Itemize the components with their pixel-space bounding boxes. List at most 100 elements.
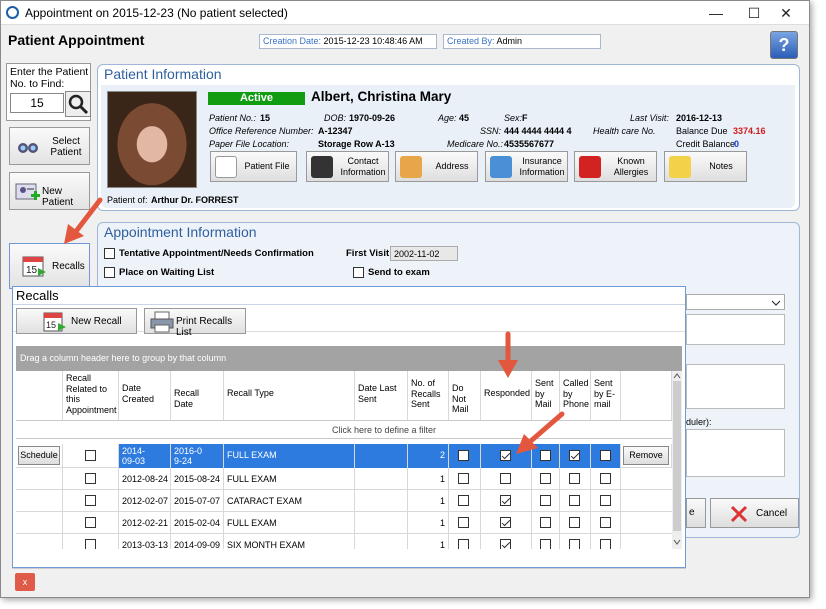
column-header-related[interactable]: Recall Related to this Appointment — [63, 371, 119, 421]
responded-checkbox[interactable] — [500, 450, 511, 461]
called-by-phone-checkbox[interactable] — [569, 517, 580, 528]
paper-file-value: Storage Row A-13 — [318, 139, 395, 149]
table-row[interactable]: 2013-03-13 2014-09-09 SIX MONTH EXAM 1 — [16, 534, 672, 549]
appointment-select[interactable] — [686, 294, 785, 310]
column-header-date-last-sent[interactable]: Date Last Sent — [355, 371, 408, 421]
table-row[interactable]: 2012-02-07 2015-07-07 CATARACT EXAM 1 — [16, 490, 672, 512]
related-checkbox[interactable] — [85, 495, 96, 506]
sent-by-email-checkbox[interactable] — [600, 473, 611, 484]
table-row[interactable]: 2012-02-21 2015-02-04 FULL EXAM 1 — [16, 512, 672, 534]
appointment-textarea-1[interactable] — [686, 314, 785, 345]
column-header-recall-date[interactable]: Recall Date — [171, 371, 224, 421]
column-header-recall-type[interactable]: Recall Type — [224, 371, 355, 421]
called-by-phone-checkbox[interactable] — [569, 495, 580, 506]
related-checkbox[interactable] — [85, 517, 96, 528]
phone-icon — [311, 156, 333, 178]
related-checkbox[interactable] — [85, 539, 96, 549]
address-button[interactable]: Address — [395, 151, 478, 182]
tentative-label: Tentative Appointment/Needs Confirmation — [119, 248, 314, 259]
patient-number-input[interactable]: 15 — [10, 93, 64, 113]
sent-by-email-cell — [591, 512, 621, 534]
close-button[interactable]: ✕ — [763, 1, 809, 25]
related-checkbox[interactable] — [85, 450, 96, 461]
column-header-recalls-sent[interactable]: No. of Recalls Sent — [408, 371, 449, 421]
first-visit-field[interactable]: 2002-11-02 — [390, 246, 458, 261]
called-by-phone-checkbox[interactable] — [569, 473, 580, 484]
called-by-phone-checkbox[interactable] — [569, 539, 580, 549]
group-by-area[interactable]: Drag a column header here to group by th… — [16, 346, 682, 371]
column-header-called-by-phone[interactable]: Called by Phone — [560, 371, 591, 421]
select-patient-button[interactable]: Select Patient — [9, 127, 90, 165]
related-checkbox[interactable] — [85, 473, 96, 484]
column-header-responded[interactable]: Responded — [481, 371, 532, 421]
called-by-phone-checkbox[interactable] — [569, 450, 580, 461]
column-header-date-created[interactable]: Date Created — [119, 371, 171, 421]
appointment-info-title: Appointment Information — [104, 224, 257, 240]
filter-row[interactable]: Click here to define a filter — [16, 421, 672, 439]
table-row-selected[interactable]: Schedule 2014-09-03 2016-09-24 FULL EXAM… — [16, 444, 672, 468]
balance-due-label: Balance Due — [676, 126, 728, 136]
remove-button[interactable]: Remove — [623, 446, 669, 465]
date-created-editor[interactable]: 2014-09-03 — [119, 444, 171, 468]
date-last-sent-value — [355, 534, 408, 549]
do-not-mail-checkbox[interactable] — [458, 473, 469, 484]
do-not-mail-checkbox[interactable] — [458, 495, 469, 506]
insurance-information-button[interactable]: Insurance Information — [485, 151, 568, 182]
sent-by-email-checkbox[interactable] — [600, 517, 611, 528]
sent-by-email-checkbox[interactable] — [600, 539, 611, 549]
new-patient-label: New Patient — [42, 186, 74, 208]
called-by-phone-cell — [560, 534, 591, 549]
sent-by-email-checkbox[interactable] — [600, 450, 611, 461]
column-header-remove[interactable] — [621, 371, 672, 421]
scheduler-textarea[interactable] — [686, 429, 785, 477]
column-header-sent-by-email[interactable]: Sent by E-mail — [591, 371, 621, 421]
calendar-recall-icon: 15 — [43, 312, 66, 332]
sent-by-email-checkbox[interactable] — [600, 495, 611, 506]
column-header-sent-by-mail[interactable]: Sent by Mail — [532, 371, 560, 421]
waiting-list-label: Place on Waiting List — [119, 267, 215, 278]
save-button[interactable]: e — [686, 498, 706, 528]
new-recall-button[interactable]: 15 New Recall — [16, 308, 137, 334]
responded-checkbox[interactable] — [500, 539, 511, 549]
notes-button[interactable]: Notes — [664, 151, 747, 182]
sent-by-mail-checkbox[interactable] — [540, 539, 551, 549]
column-header-action[interactable] — [16, 371, 63, 421]
contact-information-button[interactable]: Contact Information — [306, 151, 389, 182]
recalls-button[interactable]: 15 Recalls — [9, 243, 90, 289]
search-button[interactable] — [65, 91, 91, 117]
tentative-checkbox[interactable] — [104, 248, 115, 259]
sent-by-mail-checkbox[interactable] — [540, 495, 551, 506]
help-button[interactable]: ? — [770, 31, 798, 59]
date-created-value: 2012-02-21 — [119, 512, 171, 534]
column-header-do-not-mail[interactable]: Do Not Mail — [449, 371, 481, 421]
do-not-mail-checkbox[interactable] — [458, 517, 469, 528]
table-row[interactable]: 2012-08-24 2015-08-24 FULL EXAM 1 — [16, 468, 672, 490]
sent-by-mail-checkbox[interactable] — [540, 517, 551, 528]
do-not-mail-checkbox[interactable] — [458, 450, 469, 461]
known-allergies-button[interactable]: Known Allergies — [574, 151, 657, 182]
recall-date-editor[interactable]: 2016-09-24 — [171, 444, 224, 468]
sent-by-mail-checkbox[interactable] — [540, 450, 551, 461]
patient-info-title: Patient Information — [104, 66, 222, 82]
recall-type-value: FULL EXAM — [224, 468, 355, 490]
appointment-textarea-2[interactable] — [686, 364, 785, 409]
schedule-button[interactable]: Schedule — [18, 446, 60, 465]
recall-type-value[interactable]: FULL EXAM — [224, 444, 355, 468]
do-not-mail-checkbox[interactable] — [458, 539, 469, 549]
date-created-value: 2014-09-03 — [122, 446, 146, 466]
patient-file-button[interactable]: Patient File — [210, 151, 297, 182]
date-last-sent-value[interactable] — [355, 444, 408, 468]
send-to-exam-checkbox[interactable] — [353, 267, 364, 278]
vertical-scrollbar[interactable] — [672, 371, 682, 549]
waiting-list-checkbox[interactable] — [104, 267, 115, 278]
responded-checkbox[interactable] — [500, 517, 511, 528]
select-patient-label: Select Patient — [50, 136, 82, 158]
close-recalls-button[interactable]: x — [15, 573, 35, 591]
cancel-button[interactable]: Cancel — [710, 498, 799, 528]
sent-by-mail-checkbox[interactable] — [540, 473, 551, 484]
responded-checkbox[interactable] — [500, 473, 511, 484]
responded-checkbox[interactable] — [500, 495, 511, 506]
scroll-thumb[interactable] — [673, 381, 681, 531]
print-recalls-button[interactable]: Print Recalls List — [144, 308, 246, 338]
new-patient-button[interactable]: New Patient — [9, 172, 90, 210]
